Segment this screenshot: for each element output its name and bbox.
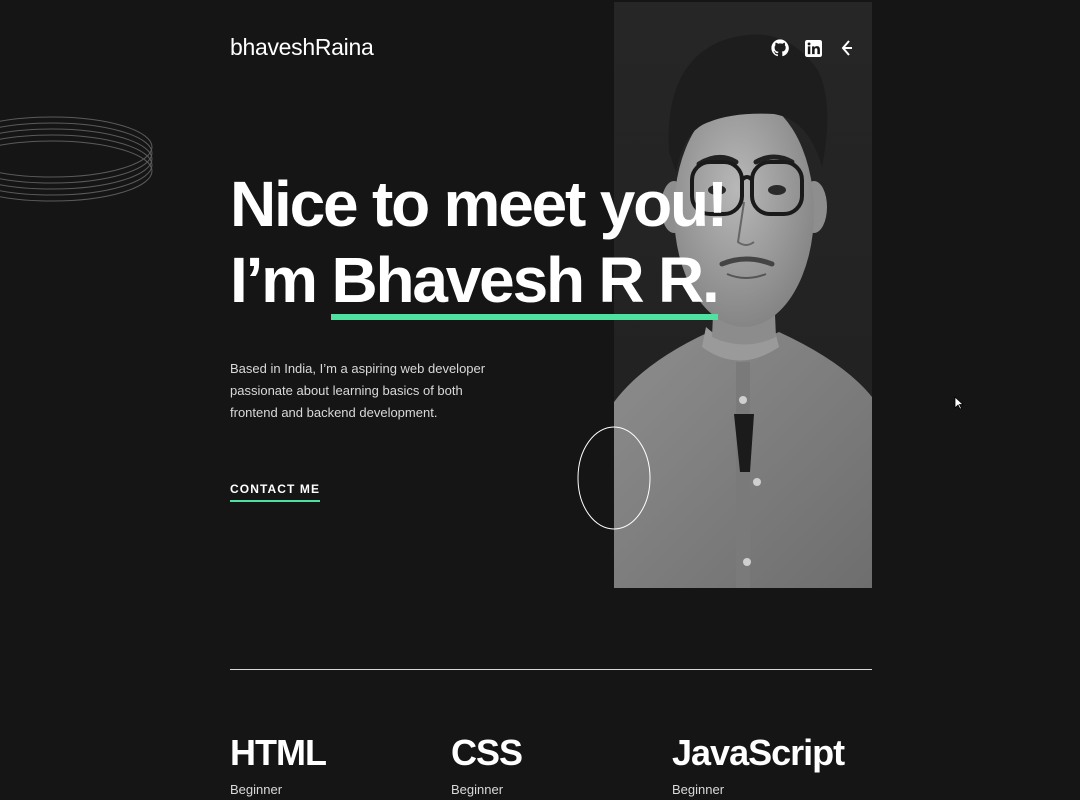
- mouse-cursor-icon: [954, 396, 964, 410]
- linkedin-icon[interactable]: [803, 38, 823, 58]
- skill-level: Beginner: [230, 782, 283, 797]
- frontend-mentor-icon[interactable]: [836, 38, 856, 58]
- skill-title: HTML: [230, 732, 327, 773]
- hero-name: Bhavesh R R.: [331, 244, 720, 320]
- skill-html: HTML Beginner: [230, 732, 327, 797]
- skill-level: Beginner: [451, 782, 504, 797]
- social-links: [770, 38, 856, 58]
- hero-line-2: I’m Bhavesh R R.: [230, 242, 726, 320]
- section-divider: [230, 669, 872, 670]
- skill-css: CSS Beginner: [451, 732, 523, 797]
- hero-line-1: Nice to meet you!: [230, 168, 728, 240]
- decorative-rings: [0, 116, 153, 202]
- bio-text: Based in India, I’m a aspiring web devel…: [230, 361, 486, 420]
- github-icon[interactable]: [770, 38, 790, 58]
- hero-greeting: I’m: [230, 244, 318, 316]
- contact-me-button[interactable]: CONTACT ME: [230, 482, 321, 502]
- skill-title: CSS: [451, 732, 523, 773]
- site-logo[interactable]: bhaveshRaina: [230, 34, 374, 61]
- hero-heading: Nice to meet you! I’m Bhavesh R R.: [230, 166, 728, 320]
- decorative-circle: [577, 426, 651, 530]
- skill-level: Beginner: [672, 782, 725, 797]
- skill-javascript: JavaScript Beginner: [672, 732, 845, 797]
- skill-title: JavaScript: [672, 732, 845, 773]
